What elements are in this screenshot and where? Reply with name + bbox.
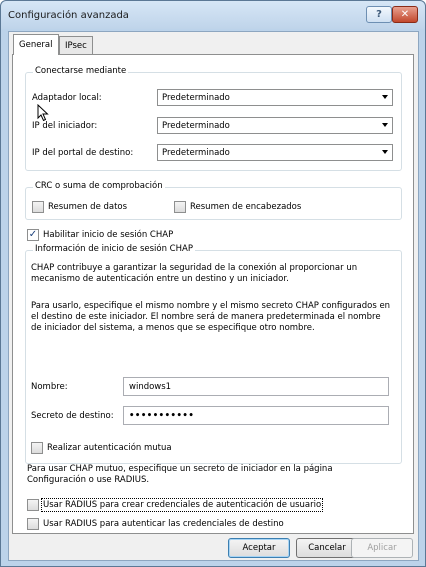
chap-description: CHAP contribuye a garantizar la segurida… xyxy=(31,263,358,284)
name-input[interactable]: windows1 xyxy=(123,377,389,396)
target-portal-ip-value: Predeterminado xyxy=(162,147,230,158)
header-digest-checkbox[interactable]: Resumen de encabezados xyxy=(174,201,301,213)
connect-using-title: Conectarse mediante xyxy=(33,66,129,76)
name-input-value: windows1 xyxy=(129,381,172,392)
radius-user-label: Usar RADIUS para crear credenciales de a… xyxy=(40,498,324,512)
close-button[interactable]: ✕ xyxy=(392,6,418,23)
dialog-client-area: General IPsec Conectarse mediante Adapta… xyxy=(8,31,419,561)
name-label: Nombre: xyxy=(31,382,68,392)
tab-ipsec[interactable]: IPsec xyxy=(59,36,93,54)
data-digest-checkbox[interactable]: Resumen de datos xyxy=(32,201,127,213)
chap-info-title: Información de inicio de sesión CHAP xyxy=(33,244,195,254)
checkbox-box[interactable] xyxy=(27,518,39,530)
general-tab-panel: Conectarse mediante Adaptador local: Pre… xyxy=(12,54,414,534)
crc-checksum-group: CRC o suma de comprobación Resumen de da… xyxy=(25,181,402,220)
local-adapter-dropdown[interactable]: Predeterminado xyxy=(157,89,393,106)
chap-usage-text: Para usarlo, especifique el mismo nombre… xyxy=(31,301,391,333)
checkbox-box[interactable] xyxy=(174,201,186,213)
help-button[interactable]: ? xyxy=(366,6,392,23)
ok-button[interactable]: Aceptar xyxy=(228,538,290,558)
cancel-button[interactable]: Cancelar xyxy=(296,538,358,558)
chevron-down-icon xyxy=(382,123,388,127)
header-digest-label: Resumen de encabezados xyxy=(190,202,302,212)
advanced-settings-dialog: Configuración avanzada ? ✕ General IPsec… xyxy=(0,0,426,567)
radius-user-checkbox[interactable]: Usar RADIUS para crear credenciales de a… xyxy=(27,498,324,512)
mutual-auth-checkbox[interactable]: Realizar autenticación mutua xyxy=(31,442,172,454)
target-portal-ip-label: IP del portal de destino: xyxy=(32,148,134,158)
target-portal-ip-dropdown[interactable]: Predeterminado xyxy=(157,144,393,161)
chevron-down-icon xyxy=(382,150,388,154)
checkbox-box[interactable] xyxy=(32,201,44,213)
checkbox-box[interactable] xyxy=(27,499,39,511)
mutual-auth-label: Realizar autenticación mutua xyxy=(47,443,172,453)
chap-info-group: Información de inicio de sesión CHAP CHA… xyxy=(25,244,402,464)
crc-checksum-title: CRC o suma de comprobación xyxy=(33,181,165,191)
mutual-chap-note: Para usar CHAP mutuo, especifique un sec… xyxy=(27,464,333,485)
target-secret-label: Secreto de destino: xyxy=(31,411,114,421)
radius-target-checkbox[interactable]: Usar RADIUS para autenticar las credenci… xyxy=(27,518,284,530)
target-secret-input[interactable]: ••••••••••• xyxy=(123,406,389,425)
connect-using-group: Conectarse mediante Adaptador local: Pre… xyxy=(25,66,402,171)
target-secret-value: ••••••••••• xyxy=(129,410,195,421)
tab-general[interactable]: General xyxy=(13,34,59,55)
checkmark-icon[interactable]: ✓ xyxy=(27,229,39,241)
apply-button[interactable]: Aplicar xyxy=(351,538,413,558)
initiator-ip-dropdown[interactable]: Predeterminado xyxy=(157,117,393,134)
title-bar[interactable]: Configuración avanzada ? ✕ xyxy=(1,1,425,29)
window-title: Configuración avanzada xyxy=(8,10,129,21)
data-digest-label: Resumen de datos xyxy=(48,202,128,212)
help-icon: ? xyxy=(376,9,382,20)
local-adapter-value: Predeterminado xyxy=(162,92,230,103)
local-adapter-label: Adaptador local: xyxy=(32,93,102,103)
checkbox-box[interactable] xyxy=(31,442,43,454)
enable-chap-checkbox[interactable]: ✓ Habilitar inicio de sesión CHAP xyxy=(27,229,173,241)
enable-chap-label: Habilitar inicio de sesión CHAP xyxy=(43,230,174,240)
mouse-pointer-icon xyxy=(37,104,49,122)
initiator-ip-label: IP del iniciador: xyxy=(32,121,98,131)
initiator-ip-value: Predeterminado xyxy=(162,120,230,131)
radius-target-label: Usar RADIUS para autenticar las credenci… xyxy=(43,519,284,529)
close-icon: ✕ xyxy=(400,9,410,20)
chevron-down-icon xyxy=(382,95,388,99)
